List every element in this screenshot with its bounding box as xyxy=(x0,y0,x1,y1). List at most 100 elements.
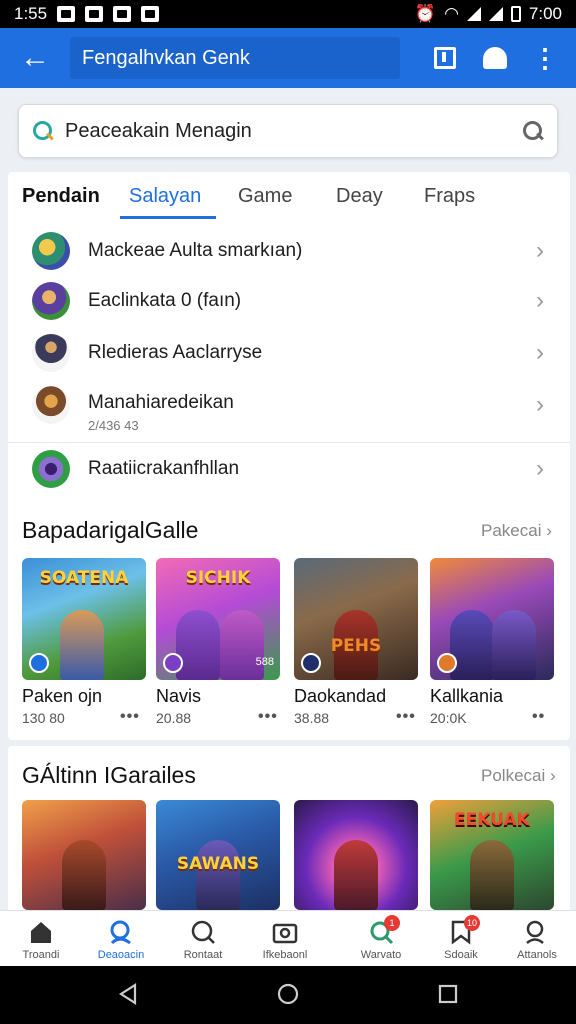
bottom-navigation: Troandi Deaoacin Rontaat Ifkebaonl 1 War… xyxy=(0,910,576,966)
signal-icon xyxy=(488,7,503,21)
content-card: Pendain Salayan Game Deay Fraps Mackeae … xyxy=(8,172,570,740)
home-circle-icon[interactable] xyxy=(276,982,300,1006)
section-more-label: Pakecai xyxy=(481,521,542,540)
hero-figure xyxy=(220,610,264,680)
status-time-left: 1:55 xyxy=(14,4,48,23)
game-tile[interactable] xyxy=(22,800,146,910)
search-bar[interactable]: Peaceakain Menagin xyxy=(18,104,558,158)
status-time-right: 7:00 xyxy=(528,4,562,23)
section-more-link[interactable]: Polkecai › xyxy=(481,766,556,786)
hero-figure xyxy=(492,610,536,680)
system-navigation-bar xyxy=(0,966,576,1024)
back-triangle-icon[interactable] xyxy=(116,982,140,1006)
bookmark-button[interactable] xyxy=(420,28,470,88)
tab-salayan[interactable]: Salayan xyxy=(129,185,201,208)
game-art-title: EEKUAK xyxy=(454,810,530,830)
game-avatar-icon xyxy=(32,232,70,270)
search-submit-icon[interactable] xyxy=(523,121,543,141)
game-count: 38.88 xyxy=(294,710,330,726)
game-tile[interactable]: SAWANS xyxy=(156,800,280,910)
chevron-right-icon: › xyxy=(536,237,544,264)
platform-badge-icon xyxy=(29,653,49,673)
game-name: Daokandad xyxy=(294,686,387,706)
hero-figure xyxy=(470,840,514,910)
notification-icon xyxy=(85,6,104,22)
warrior-icon xyxy=(32,334,70,372)
list-item-label: Eaclinkata 0 (faın) xyxy=(88,290,242,311)
list-item[interactable]: Mackeae Aulta smarkıan) › xyxy=(8,226,570,276)
tile-count: 588 xyxy=(255,656,274,668)
tab-deay[interactable]: Deay xyxy=(336,185,383,208)
game-name: Paken ojn xyxy=(22,686,103,706)
list-item[interactable]: Manahiaredeikan 2/436 43 › xyxy=(8,380,570,433)
signal-icon xyxy=(466,7,481,21)
hero-figure xyxy=(176,610,220,680)
camera-icon xyxy=(272,923,298,944)
nav-item-home[interactable]: Troandi xyxy=(0,911,82,967)
search-input[interactable]: Peaceakain Menagin xyxy=(65,120,523,143)
tab-pendain[interactable]: Pendain xyxy=(22,185,100,208)
list-item[interactable]: Eaclinkata 0 (faın) › xyxy=(8,276,570,326)
recents-square-icon[interactable] xyxy=(436,982,460,1006)
nav-item-social[interactable]: 10 Sdoaik xyxy=(420,911,502,967)
arrow-left-icon: ← xyxy=(20,41,50,74)
app-title[interactable]: Fengalhvkan Genk xyxy=(70,37,400,79)
game-tile[interactable]: SICHIK 588 xyxy=(156,558,280,680)
bell-icon xyxy=(483,47,507,69)
nav-item-watch[interactable]: 1 Warvato xyxy=(340,911,422,967)
notification-badge: 1 xyxy=(384,915,400,931)
notification-icon xyxy=(141,6,160,22)
list-item-label: Rledieras Aaclarryse xyxy=(88,342,263,363)
nav-label: Warvato xyxy=(360,949,402,961)
wifi-icon: ◠ xyxy=(444,4,459,23)
profile-search-icon xyxy=(110,920,131,945)
search-icon xyxy=(33,121,53,141)
more-options-button[interactable]: ⋮ xyxy=(520,28,570,88)
section-card: GÁltinn IGarailes Polkecai › SAWANS EEKU… xyxy=(8,746,570,916)
section-more-link[interactable]: Pakecai › xyxy=(481,521,552,541)
back-button[interactable]: ← xyxy=(0,28,70,88)
chevron-right-icon: › xyxy=(536,455,544,482)
alarm-icon: ⏰ xyxy=(414,4,437,23)
more-dots-icon[interactable]: ••• xyxy=(258,708,278,726)
hero-figure xyxy=(196,840,240,910)
nav-item-search[interactable]: Rontaat xyxy=(162,911,244,967)
game-tile[interactable]: PEHS xyxy=(294,558,418,680)
hero-figure xyxy=(334,840,378,910)
tab-fraps[interactable]: Fraps xyxy=(424,185,475,208)
game-tile[interactable]: SOATENA xyxy=(22,558,146,680)
more-dots-icon[interactable]: •• xyxy=(532,708,545,726)
list-item-subtitle: 2/436 43 xyxy=(88,418,139,433)
game-tile[interactable]: EEKUAK xyxy=(430,800,554,910)
tab-game[interactable]: Game xyxy=(238,185,292,208)
platform-badge-icon xyxy=(163,653,183,673)
hero-figure xyxy=(450,610,494,680)
chevron-right-icon: › xyxy=(536,339,544,366)
account-search-icon xyxy=(526,920,544,944)
list-item[interactable]: Rledieras Aaclarryse › xyxy=(8,328,570,378)
game-art-title: SAWANS xyxy=(176,854,260,874)
game-tile[interactable] xyxy=(294,800,418,910)
nav-item-camera[interactable]: Ifkebaonl xyxy=(244,911,326,967)
active-tab-indicator xyxy=(120,216,216,219)
game-count: 20.88 xyxy=(156,710,192,726)
section-title: BapadarigalGalle xyxy=(22,517,199,543)
notification-icon xyxy=(113,6,132,22)
nav-label: Ifkebaonl xyxy=(262,949,308,961)
nav-label: Rontaat xyxy=(183,949,223,961)
section-title: GÁltinn IGarailes xyxy=(22,762,196,788)
list-item[interactable]: Raatiicrakanfhllan › xyxy=(8,444,570,494)
section-more-label: Polkecai xyxy=(481,766,546,785)
list-item-label: Mackeae Aulta smarkıan) xyxy=(88,240,303,261)
eye-orb-icon xyxy=(32,450,70,488)
nav-item-account[interactable]: Attanols xyxy=(496,911,576,967)
list-item-label: Manahiaredeikan xyxy=(88,392,234,413)
more-dots-icon[interactable]: ••• xyxy=(396,708,416,726)
nav-item-discover[interactable]: Deaoacin xyxy=(80,911,162,967)
nav-label: Attanols xyxy=(517,949,557,961)
notifications-button[interactable] xyxy=(470,28,520,88)
more-dots-icon[interactable]: ••• xyxy=(120,708,140,726)
game-tile[interactable] xyxy=(430,558,554,680)
chevron-right-icon: › xyxy=(536,287,544,314)
more-vertical-icon: ⋮ xyxy=(532,43,558,73)
